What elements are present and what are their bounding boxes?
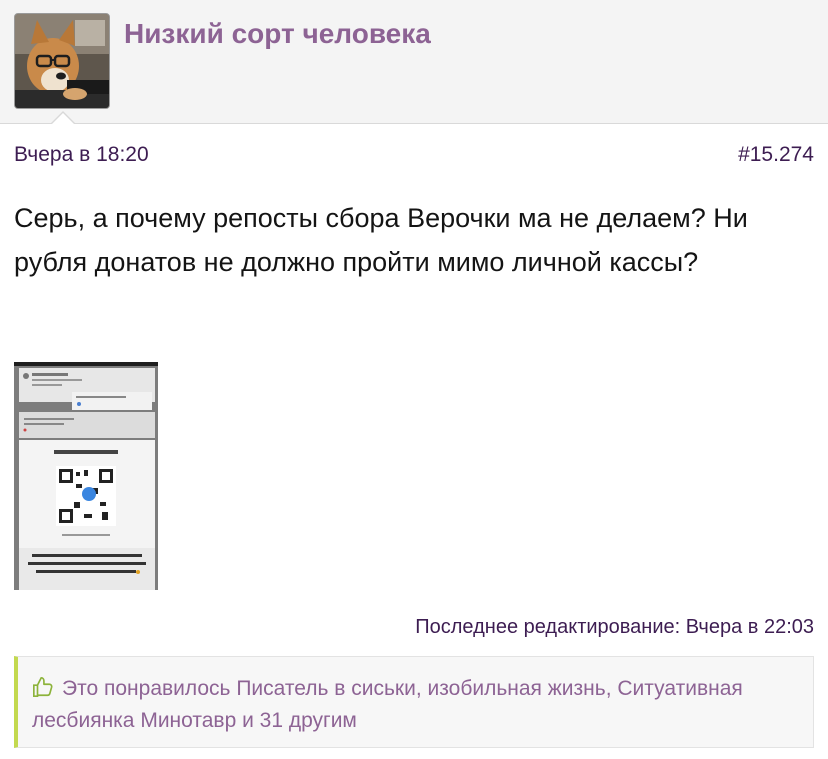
attachment-thumbnail[interactable] (14, 362, 158, 590)
header-pointer-fill (51, 113, 75, 125)
dog-avatar-image (15, 14, 109, 108)
post-message: Серь, а почему репосты сбора Верочки ма … (14, 203, 748, 277)
author-name-link[interactable]: Низкий сорт человека (124, 18, 431, 50)
last-edited-info: Последнее редактирование: Вчера в 22:03 (415, 616, 814, 638)
likes-summary: Это понравилось Писатель в сиськи, изоби… (14, 656, 814, 748)
avatar[interactable] (14, 13, 110, 109)
post-number-link[interactable]: #15.274 (738, 143, 814, 167)
post-header: Низкий сорт человека (0, 0, 828, 124)
post-date[interactable]: Вчера в 18:20 (14, 143, 149, 167)
likes-text-block: Это понравилось Писатель в сиськи, изоби… (32, 673, 813, 737)
thumbs-up-icon (33, 677, 53, 697)
likes-text[interactable]: Это понравилось Писатель в сиськи, изоби… (32, 677, 743, 732)
screenshot-preview-image (14, 362, 158, 590)
